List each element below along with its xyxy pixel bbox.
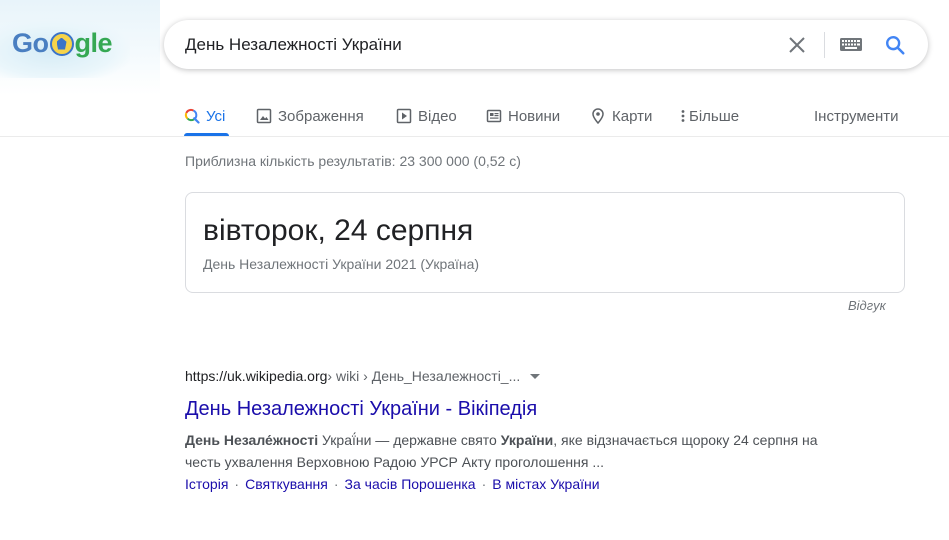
tab-all[interactable]: Усі xyxy=(184,105,225,127)
chevron-down-icon[interactable] xyxy=(530,373,541,379)
tab-label: Новини xyxy=(508,107,561,125)
sitelink-separator: · xyxy=(234,476,240,492)
answer-date: вівторок, 24 серпня xyxy=(203,214,474,247)
answer-card: вівторок, 24 серпня День Незалежності Ук… xyxy=(185,192,905,293)
sitelinks: Історія · Святкування · За часів Порошен… xyxy=(185,476,845,492)
sitelink-history[interactable]: Історія xyxy=(185,476,228,492)
trident-emblem-icon xyxy=(49,31,74,56)
sitelink-separator: · xyxy=(481,476,487,492)
active-tab-indicator xyxy=(184,133,229,136)
tab-more[interactable]: Більше xyxy=(680,105,739,127)
close-icon[interactable] xyxy=(788,36,806,54)
search-result: https://uk.wikipedia.org › wiki › День_Н… xyxy=(185,366,845,492)
result-url[interactable]: https://uk.wikipedia.org › wiki › День_Н… xyxy=(185,366,845,386)
logo-text-start: Go xyxy=(12,28,49,58)
map-pin-icon xyxy=(592,108,604,124)
tab-video[interactable]: Відео xyxy=(396,105,457,127)
result-url-base: https://uk.wikipedia.org xyxy=(185,368,328,384)
search-icon[interactable] xyxy=(884,34,906,56)
keyboard-icon[interactable] xyxy=(840,38,862,51)
doodle-background: Go gle xyxy=(0,0,160,95)
tab-label: Відео xyxy=(418,107,457,125)
sitelink-poroshenko[interactable]: За часів Порошенка xyxy=(345,476,476,492)
video-icon xyxy=(396,108,412,124)
result-stats: Приблизна кількість результатів: 23 300 … xyxy=(185,153,521,169)
result-url-breadcrumb: › wiki › День_Незалежності_... xyxy=(327,368,521,384)
tools-button[interactable]: Інструменти xyxy=(814,105,899,127)
sitelink-separator: · xyxy=(333,476,339,492)
search-input[interactable]: День Незалежності України xyxy=(185,35,928,55)
result-title-link[interactable]: День Незалежності України - Вікіпедія xyxy=(185,396,845,422)
tab-label: Усі xyxy=(206,107,226,125)
search-box[interactable]: День Незалежності України xyxy=(164,20,928,69)
logo-text-end: gle xyxy=(74,28,113,58)
news-icon xyxy=(486,109,502,123)
tab-label: Карти xyxy=(612,107,653,125)
sitelink-cities[interactable]: В містах України xyxy=(492,476,599,492)
search-divider xyxy=(824,32,825,58)
image-icon xyxy=(256,108,272,124)
tab-news[interactable]: Новини xyxy=(486,105,560,127)
snippet-bold: День Незале́жності xyxy=(185,432,319,448)
more-vert-icon xyxy=(681,110,685,122)
answer-subtitle: День Незалежності України 2021 (Україна) xyxy=(203,256,480,272)
result-snippet: День Незале́жності Украї́ни — державне с… xyxy=(185,429,845,473)
search-multicolor-icon xyxy=(184,108,200,124)
tab-label: Зображення xyxy=(278,107,364,125)
sitelink-celebration[interactable]: Святкування xyxy=(245,476,328,492)
snippet-text: Украї́ни — державне свято xyxy=(318,432,501,448)
tab-maps[interactable]: Карти xyxy=(590,105,652,127)
tools-label: Інструменти xyxy=(814,107,899,125)
tab-label: Більше xyxy=(689,107,740,125)
tab-images[interactable]: Зображення xyxy=(256,105,364,127)
feedback-link[interactable]: Відгук xyxy=(848,298,886,313)
search-tabs: Усі Зображення Відео Новини Карти Більше… xyxy=(0,95,949,137)
google-doodle-logo[interactable]: Go gle xyxy=(12,28,113,59)
snippet-bold: України xyxy=(500,432,554,448)
